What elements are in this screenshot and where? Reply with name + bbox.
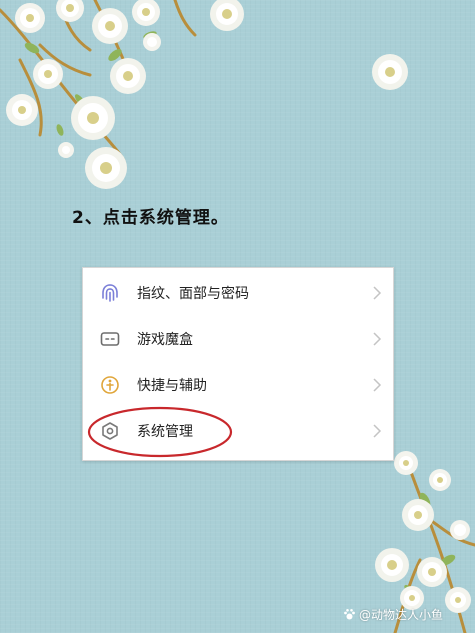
chevron-right-icon [373,332,382,346]
menu-item-label: 指纹、面部与密码 [137,286,249,302]
menu-item-shortcut-assist[interactable]: 快捷与辅助 [83,362,393,408]
chevron-right-icon [373,424,382,438]
paw-icon [344,609,355,620]
chevron-right-icon [373,378,382,392]
chevron-right-icon [373,286,382,300]
menu-item-fingerprint-face-password[interactable]: 指纹、面部与密码 [83,270,393,316]
menu-item-game-box[interactable]: 游戏魔盒 [83,316,393,362]
menu-item-label: 快捷与辅助 [137,378,207,394]
menu-item-label: 游戏魔盒 [137,332,193,348]
highlight-oval [87,406,233,458]
shortcut-assist-icon [99,374,121,396]
watermark: @动物达人小鱼 [343,606,443,623]
fingerprint-icon [99,282,121,304]
watermark-text: @动物达人小鱼 [359,608,444,622]
game-box-icon [99,328,121,350]
step-instruction: 2、点击系统管理。 [72,208,229,228]
